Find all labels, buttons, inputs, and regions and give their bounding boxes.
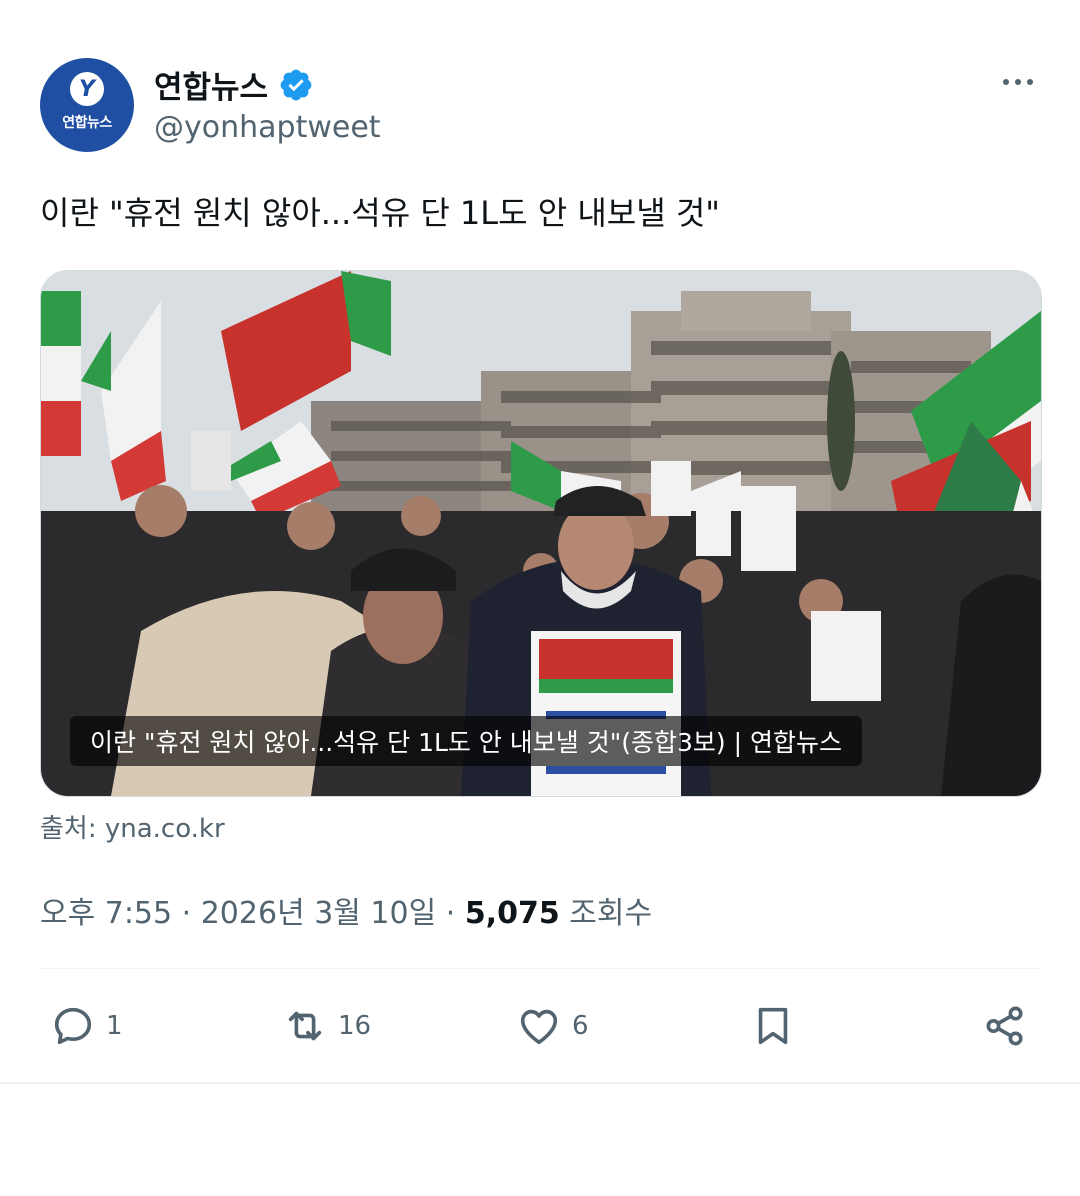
bookmark-icon: [758, 1007, 788, 1045]
tweet-meta: 오후 7:55 · 2026년 3월 10일 · 5,075 조회수: [40, 888, 652, 932]
views-count: 5,075: [464, 896, 560, 931]
heart-icon: [520, 1009, 558, 1045]
account-handle[interactable]: @yonhaptweet: [154, 110, 381, 145]
avatar[interactable]: Y 연합뉴스: [40, 58, 134, 152]
account-name-row: 연합뉴스: [154, 62, 314, 107]
more-dots-icon[interactable]: [992, 64, 1044, 100]
divider: [40, 968, 1040, 969]
share-icon: [986, 1006, 1023, 1046]
meta-separator: ·: [436, 896, 465, 931]
action-bar: 1 16 6: [0, 995, 1080, 1059]
reply-button[interactable]: 1: [50, 1003, 123, 1049]
tweet-text: 이란 "휴전 원치 않아...석유 단 1L도 안 내보낼 것": [40, 194, 720, 232]
views-label: 조회수: [569, 896, 653, 931]
retweet-count: 16: [338, 1011, 372, 1041]
verified-badge-icon: [280, 69, 312, 100]
tweet-time[interactable]: 오후 7:55: [40, 896, 172, 931]
account-name[interactable]: 연합뉴스: [154, 62, 268, 107]
bookmark-button[interactable]: [750, 1003, 796, 1049]
like-count: 6: [572, 1011, 589, 1041]
tweet-date[interactable]: 2026년 3월 10일: [201, 896, 436, 931]
reply-icon: [54, 1007, 92, 1045]
share-button[interactable]: [982, 1003, 1028, 1049]
yonhap-logo-icon: Y: [70, 72, 104, 106]
like-button[interactable]: 6: [516, 1003, 589, 1049]
bottom-divider: [0, 1082, 1080, 1084]
retweet-icon: [288, 1011, 322, 1041]
meta-separator: ·: [172, 896, 201, 931]
card-caption: 이란 "휴전 원치 않아...석유 단 1L도 안 내보낼 것"(종합3보) |…: [70, 716, 862, 766]
retweet-button[interactable]: 16: [282, 1003, 371, 1049]
card-source-link[interactable]: 출처: yna.co.kr: [40, 808, 225, 845]
reply-count: 1: [106, 1011, 123, 1041]
avatar-logo-text: 연합뉴스: [62, 115, 112, 131]
